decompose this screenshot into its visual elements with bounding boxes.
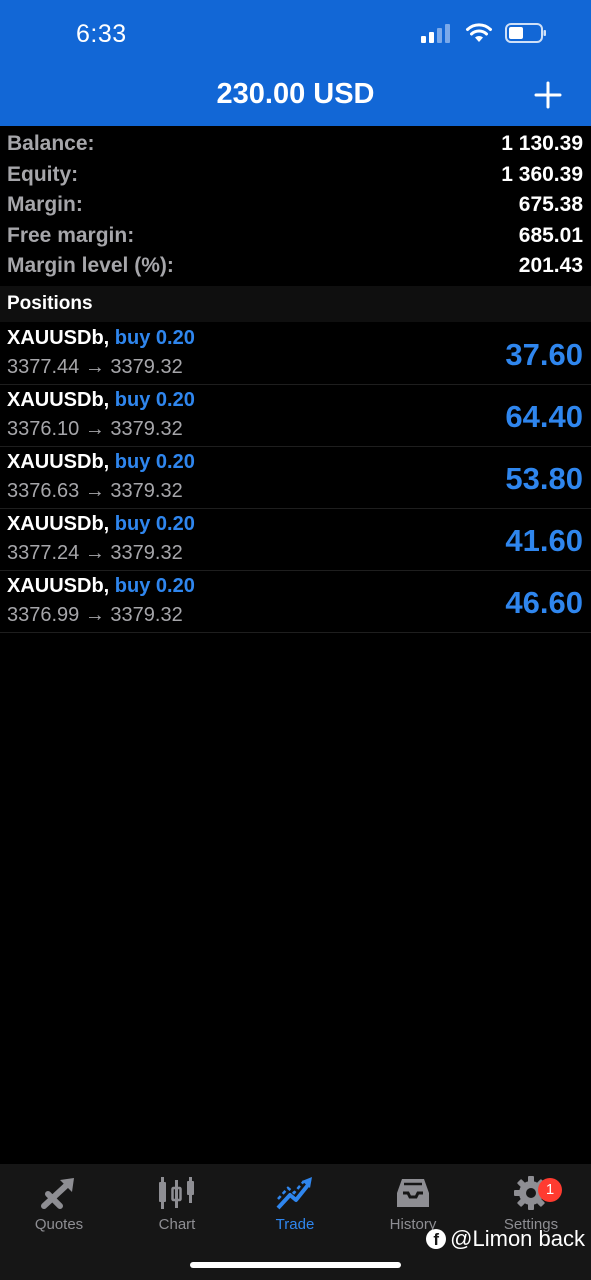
account-summary: Balance: 1 130.39 Equity: 1 360.39 Margi…: [0, 129, 591, 282]
position-symbol: XAUUSDb,: [7, 451, 110, 473]
position-prices: 3377.44 → 3379.32: [7, 356, 183, 378]
position-side: buy 0.20: [114, 451, 195, 473]
position-prices: 3376.10 → 3379.32: [7, 418, 183, 440]
quotes-arrows-icon: [41, 1178, 74, 1209]
tab-trade[interactable]: Trade: [236, 1174, 354, 1233]
tab-chart[interactable]: Chart: [118, 1174, 236, 1233]
position-profit: 53.80: [505, 461, 583, 496]
home-indicator[interactable]: [190, 1262, 401, 1268]
position-row[interactable]: XAUUSDb, buy 0.20 3377.24 → 3379.32 41.6…: [0, 509, 591, 571]
position-side: buy 0.20: [114, 575, 195, 597]
summary-row-margin-level: Margin level (%): 201.43: [0, 251, 591, 282]
cellular-signal-icon: [421, 24, 450, 43]
notification-badge: 1: [538, 1178, 562, 1202]
position-symbol: XAUUSDb,: [7, 575, 110, 597]
position-profit: 37.60: [505, 337, 583, 372]
position-symbol: XAUUSDb,: [7, 327, 110, 349]
tab-quotes[interactable]: Quotes: [0, 1174, 118, 1233]
tab-label: Quotes: [34, 1216, 84, 1233]
summary-label: Equity:: [7, 162, 79, 186]
position-prices: 3376.63 → 3379.32: [7, 480, 183, 502]
watermark: f @Limon back: [426, 1226, 585, 1252]
summary-label: Free margin:: [7, 223, 135, 247]
summary-value: 1 360.39: [501, 162, 583, 186]
summary-label: Margin level (%):: [7, 254, 174, 278]
position-profit: 64.40: [505, 399, 583, 434]
battery-icon: [505, 23, 546, 43]
position-row[interactable]: XAUUSDb, buy 0.20 3376.10 → 3379.32 64.4…: [0, 385, 591, 447]
summary-value: 685.01: [518, 223, 583, 247]
position-side: buy 0.20: [114, 389, 195, 411]
plus-icon[interactable]: [533, 80, 563, 110]
position-row[interactable]: XAUUSDb, buy 0.20 3376.99 → 3379.32 46.6…: [0, 571, 591, 633]
position-symbol: XAUUSDb,: [7, 389, 110, 411]
app-header: 6:33 230.00 USD: [0, 0, 591, 126]
inbox-tray-icon: [397, 1179, 429, 1207]
position-side: buy 0.20: [114, 327, 195, 349]
summary-value: 201.43: [518, 254, 583, 278]
position-symbol: XAUUSDb,: [7, 513, 110, 535]
position-prices: 3377.24 → 3379.32: [7, 542, 183, 564]
summary-row-margin: Margin: 675.38: [0, 190, 591, 221]
status-time: 6:33: [76, 20, 127, 48]
tab-history[interactable]: History: [354, 1174, 472, 1233]
position-profit: 46.60: [505, 585, 583, 620]
summary-value: 675.38: [518, 193, 583, 217]
candlestick-icon: [159, 1177, 194, 1209]
tab-settings[interactable]: Settings 1: [472, 1174, 590, 1233]
position-row[interactable]: XAUUSDb, buy 0.20 3376.63 → 3379.32 53.8…: [0, 447, 591, 509]
summary-value: 1 130.39: [501, 132, 583, 156]
account-profit-title: 230.00 USD: [216, 78, 375, 110]
tab-label: Trade: [275, 1216, 315, 1233]
position-row[interactable]: XAUUSDb, buy 0.20 3377.44 → 3379.32 37.6…: [0, 323, 591, 385]
trade-trend-icon: [276, 1177, 312, 1210]
summary-label: Balance:: [7, 132, 95, 156]
summary-row-equity: Equity: 1 360.39: [0, 160, 591, 191]
position-side: buy 0.20: [114, 513, 195, 535]
tab-label: Chart: [158, 1216, 196, 1233]
position-profit: 41.60: [505, 523, 583, 558]
summary-row-balance: Balance: 1 130.39: [0, 129, 591, 160]
summary-row-free-margin: Free margin: 685.01: [0, 221, 591, 252]
status-icons: [421, 22, 547, 44]
wifi-icon: [466, 23, 492, 42]
summary-label: Margin:: [7, 193, 83, 217]
positions-list: XAUUSDb, buy 0.20 3377.44 → 3379.32 37.6…: [0, 323, 591, 633]
position-prices: 3376.99 → 3379.32: [7, 604, 183, 626]
watermark-text: @Limon back: [450, 1226, 585, 1251]
positions-header: Positions: [0, 286, 591, 322]
facebook-icon: f: [426, 1229, 447, 1249]
